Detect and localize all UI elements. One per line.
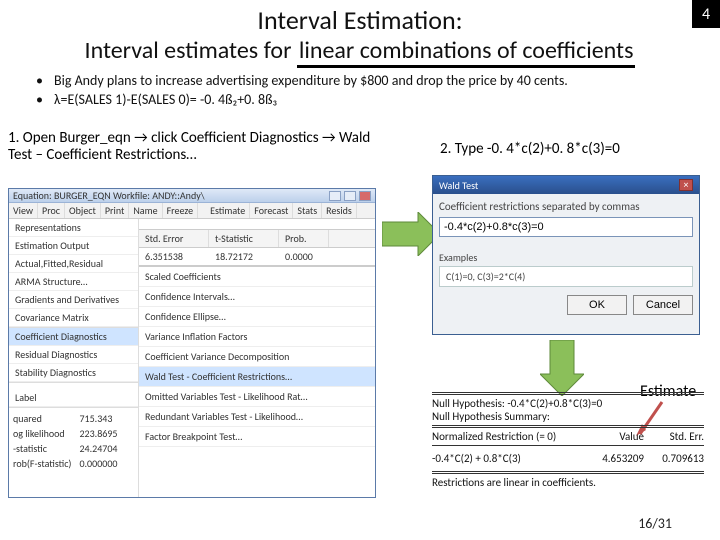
wald-footnote: Restrictions are linear in coefficients. <box>432 476 704 489</box>
restriction-input[interactable] <box>439 217 693 237</box>
toolbar-print[interactable]: Print <box>101 203 129 218</box>
grid-cell: 18.72172 <box>209 248 279 265</box>
coef-menu-item[interactable]: Factor Breakpoint Test… <box>139 427 375 447</box>
close-icon[interactable]: × <box>679 179 693 191</box>
toolbar-resids[interactable]: Resids <box>322 203 357 218</box>
wald-test-menu-item[interactable]: Wald Test - Coefficient Restrictions… <box>139 367 375 387</box>
grid-cell: 0.0000 <box>279 248 329 265</box>
cancel-button[interactable]: Cancel <box>633 295 693 315</box>
stat-val: 223.8695 <box>79 427 125 442</box>
examples-title: Examples <box>439 251 693 264</box>
toolbar-view[interactable]: View <box>9 203 38 218</box>
close-icon[interactable] <box>359 191 371 201</box>
toolbar-stats[interactable]: Stats <box>293 203 322 218</box>
wald-null-hyp: Null Hypothesis: -0.4*C(2)+0.8*C(3)=0 <box>432 397 704 410</box>
toolbar-name[interactable]: Name <box>129 203 162 218</box>
toolbar-proc[interactable]: Proc <box>38 203 65 218</box>
grid-cell: 6.351538 <box>139 248 209 265</box>
subtitle-prefix: Interval estimates for <box>85 36 297 65</box>
coef-grid: Std. Error t-Statistic Prob. 6.351538 18… <box>139 229 375 266</box>
rep-item[interactable]: Representations <box>9 219 138 237</box>
coef-diagnostics-item[interactable]: Coefficient Diagnostics <box>9 328 138 346</box>
wald-result: Null Hypothesis: -0.4*C(2)+0.8*C(3)=0 Nu… <box>432 390 704 489</box>
grid-header: t-Statistic <box>209 230 279 247</box>
toolbar-estimate[interactable]: Estimate <box>206 203 250 218</box>
rep-item[interactable]: ARMA Structure… <box>9 273 138 291</box>
restriction-label: Coefficient restrictions separated by co… <box>439 200 693 213</box>
rep-item[interactable]: Residual Diagnostics <box>9 346 138 364</box>
coef-menu-item[interactable]: Coefficient Variance Decomposition <box>139 347 375 367</box>
grid-header: Prob. <box>279 230 329 247</box>
stat-label: -statistic <box>13 442 79 457</box>
eviews-equation-window: Equation: BURGER_EQN Workfile: ANDY::And… <box>8 188 376 498</box>
wald-test-dialog: Wald Test × Coefficient restrictions sep… <box>432 175 700 335</box>
stat-val: 24.24704 <box>79 442 125 457</box>
stat-val: 715.343 <box>79 412 125 427</box>
stat-val: 0.000000 <box>79 457 125 472</box>
subtitle-underlined: linear combinations of coefficients <box>297 36 636 68</box>
bullet-2: λ=E(SALES 1)-E(SALES 0)= -0. 4ß₂+0. 8ß₃ <box>54 91 277 108</box>
wald-col-header: Normalized Restriction (= 0) <box>432 430 584 443</box>
rep-item[interactable]: Covariance Matrix <box>9 309 138 327</box>
toolbar-freeze[interactable]: Freeze <box>163 203 199 218</box>
wald-summary-label: Null Hypothesis Summary: <box>432 410 704 423</box>
bullet-dot: • <box>36 91 54 108</box>
wald-restriction: -0.4*C(2) + 0.8*C(3) <box>432 452 584 465</box>
coef-submenu: Scaled Coefficients Confidence Intervals… <box>139 266 375 447</box>
stat-label: rob(F-statistic) <box>13 457 79 472</box>
wald-stderr: 0.709613 <box>644 452 704 465</box>
rep-item[interactable]: Gradients and Derivatives <box>9 291 138 309</box>
coef-menu-item[interactable]: Omitted Variables Test - Likelihood Rat… <box>139 387 375 407</box>
toolbar-forecast[interactable]: Forecast <box>250 203 293 218</box>
toolbar: View Proc Object Print Name Freeze Estim… <box>9 203 375 219</box>
stats-block: quared715.343 og likelihood223.8695 -sta… <box>9 408 138 476</box>
coef-menu-item[interactable]: Confidence Ellipse… <box>139 307 375 327</box>
grid-header: Std. Error <box>139 230 209 247</box>
window-controls <box>329 191 371 201</box>
toolbar-object[interactable]: Object <box>65 203 101 218</box>
coef-menu-item[interactable]: Redundant Variables Test - Likelihood… <box>139 407 375 427</box>
slide-subtitle: Interval estimates for linear combinatio… <box>0 36 720 65</box>
rep-item[interactable]: Label <box>9 389 138 407</box>
step-2-text: 2. Type -0. 4*c(2)+0. 8*c(3)=0 <box>440 140 710 158</box>
rep-item[interactable]: Estimation Output <box>9 237 138 255</box>
coef-menu-item[interactable]: Scaled Coefficients <box>139 267 375 287</box>
ok-button[interactable]: OK <box>567 295 627 315</box>
page-number: 16/31 <box>638 515 672 532</box>
coef-menu-item[interactable]: Confidence Intervals… <box>139 287 375 307</box>
bullet-1: Big Andy plans to increase advertising e… <box>54 72 568 89</box>
dialog-caption: Wald Test <box>439 179 478 192</box>
coef-menu-item[interactable]: Variance Inflation Factors <box>139 327 375 347</box>
rep-item[interactable]: Actual,Fitted,Residual <box>9 255 138 273</box>
bullet-list: •Big Andy plans to increase advertising … <box>36 72 700 110</box>
maximize-icon[interactable] <box>344 191 356 201</box>
wald-col-header: Std. Err. <box>644 430 704 443</box>
stat-label: quared <box>13 412 79 427</box>
slide-title: Interval Estimation: <box>0 4 720 36</box>
rep-item[interactable]: Stability Diagnostics <box>9 364 138 382</box>
wald-col-header: Value <box>584 430 644 443</box>
wald-value: 4.653209 <box>584 452 644 465</box>
stat-label: og likelihood <box>13 427 79 442</box>
window-caption: Equation: BURGER_EQN Workfile: ANDY::And… <box>13 189 205 202</box>
bullet-dot: • <box>36 72 54 89</box>
left-panel: Representations Estimation Output Actual… <box>9 219 139 497</box>
examples-box: C(1)=0, C(3)=2*C(4) <box>439 266 693 287</box>
minimize-icon[interactable] <box>329 191 341 201</box>
arrow-down <box>540 340 584 396</box>
step-1-text: 1. Open Burger_eqn → click Coefficient D… <box>8 130 378 165</box>
